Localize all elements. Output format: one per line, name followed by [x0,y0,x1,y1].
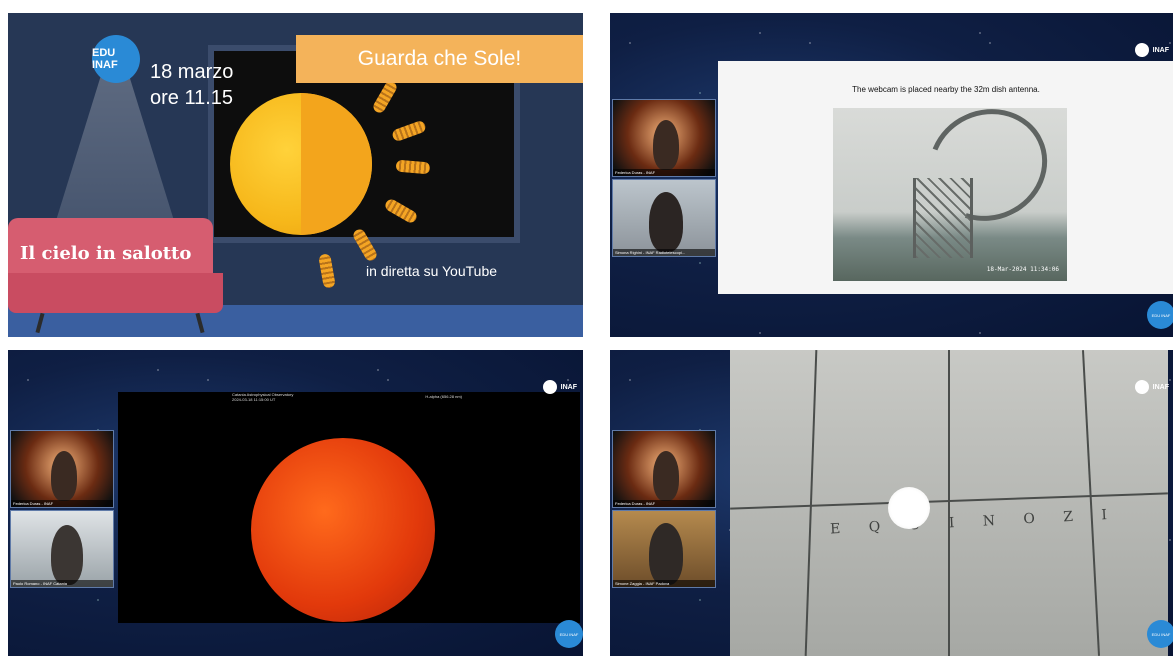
filter-label: H-alpha (656.28 nm) [425,394,462,399]
edu-inaf-badge: EDU INAF [1147,301,1173,329]
slide: The webcam is placed nearby the 32m dish… [718,61,1173,294]
inaf-logo-icon [1134,43,1149,57]
participant-name: Federica Duras - INAF [11,500,113,507]
participant-tile[interactable]: Federica Duras - INAF [612,99,716,177]
live-label: in diretta su YouTube [366,263,498,279]
participant-tile[interactable]: Simone Zaggia - INAF Padova [612,510,716,588]
participant-video [51,451,77,501]
participant-name: Paolo Romano - INAF Catania [11,580,113,587]
halpha-slide-panel: Catania Astrophysical Observatory 2024-0… [8,350,583,656]
slide: Catania Astrophysical Observatory 2024-0… [118,392,580,623]
inaf-logo-icon [542,380,557,394]
promo-panel: EDU INAF 18 marzo ore 11.15 Guarda che S… [8,13,583,337]
sofa-seat [8,273,223,313]
inaf-logo: INAF [542,380,577,394]
event-date: 18 marzo ore 11.15 [150,59,233,111]
inaf-logo-icon [1134,380,1149,394]
slide-caption: The webcam is placed nearby the 32m dish… [852,85,1040,94]
inaf-logo-text: INAF [1152,383,1169,391]
antenna-mount [913,178,973,258]
participant-tile[interactable]: Simona Righini - INAF Radiotelescopi... [612,179,716,257]
sun-halpha-image [251,438,435,622]
participant-video [649,192,683,252]
edu-inaf-badge: EDU INAF [555,620,583,648]
participant-name: Federica Duras - INAF [613,169,715,176]
participant-name: Federica Duras - INAF [613,500,715,507]
webcam-slide-panel: The webcam is placed nearby the 32m dish… [610,13,1173,337]
participant-tile[interactable]: Federica Duras - INAF [612,430,716,508]
participant-name: Simona Righini - INAF Radiotelescopi... [613,249,715,256]
sun-light-spot [888,487,930,529]
title-banner: Guarda che Sole! [296,35,583,83]
participant-tile[interactable]: Federica Duras - INAF [10,430,114,508]
participant-video [653,451,679,501]
meridian-line [948,350,950,656]
meridian-line [804,350,818,656]
meridian-line [1081,350,1101,656]
webcam-timestamp: 18-Mar-2024 11:34:06 [986,266,1059,273]
inaf-logo: INAF [1134,380,1169,394]
edu-inaf-badge: EDU INAF [92,35,140,83]
time-line: ore 11.15 [150,87,234,109]
edu-inaf-badge: EDU INAF [1147,620,1173,648]
participant-tile[interactable]: Paolo Romano - INAF Catania [10,510,114,588]
inaf-logo-text: INAF [560,383,577,391]
meridian-panel: E Q U I N O Z I INAF Federica Duras - IN… [610,350,1173,656]
participant-name: Simone Zaggia - INAF Padova [613,580,715,587]
sun-ray [318,253,336,289]
inaf-logo: INAF [1134,43,1169,57]
meridian-floor-image: E Q U I N O Z I [730,350,1168,656]
meridian-inscription: E Q U I N O Z I [829,506,1120,538]
inaf-logo-text: INAF [1152,46,1169,54]
show-title: Il cielo in salotto [20,243,192,264]
participant-video [51,525,83,585]
participant-video [649,523,683,585]
webcam-image: 18-Mar-2024 11:34:06 [833,108,1067,281]
participant-video [653,120,679,170]
date-line: 18 marzo [150,61,234,83]
